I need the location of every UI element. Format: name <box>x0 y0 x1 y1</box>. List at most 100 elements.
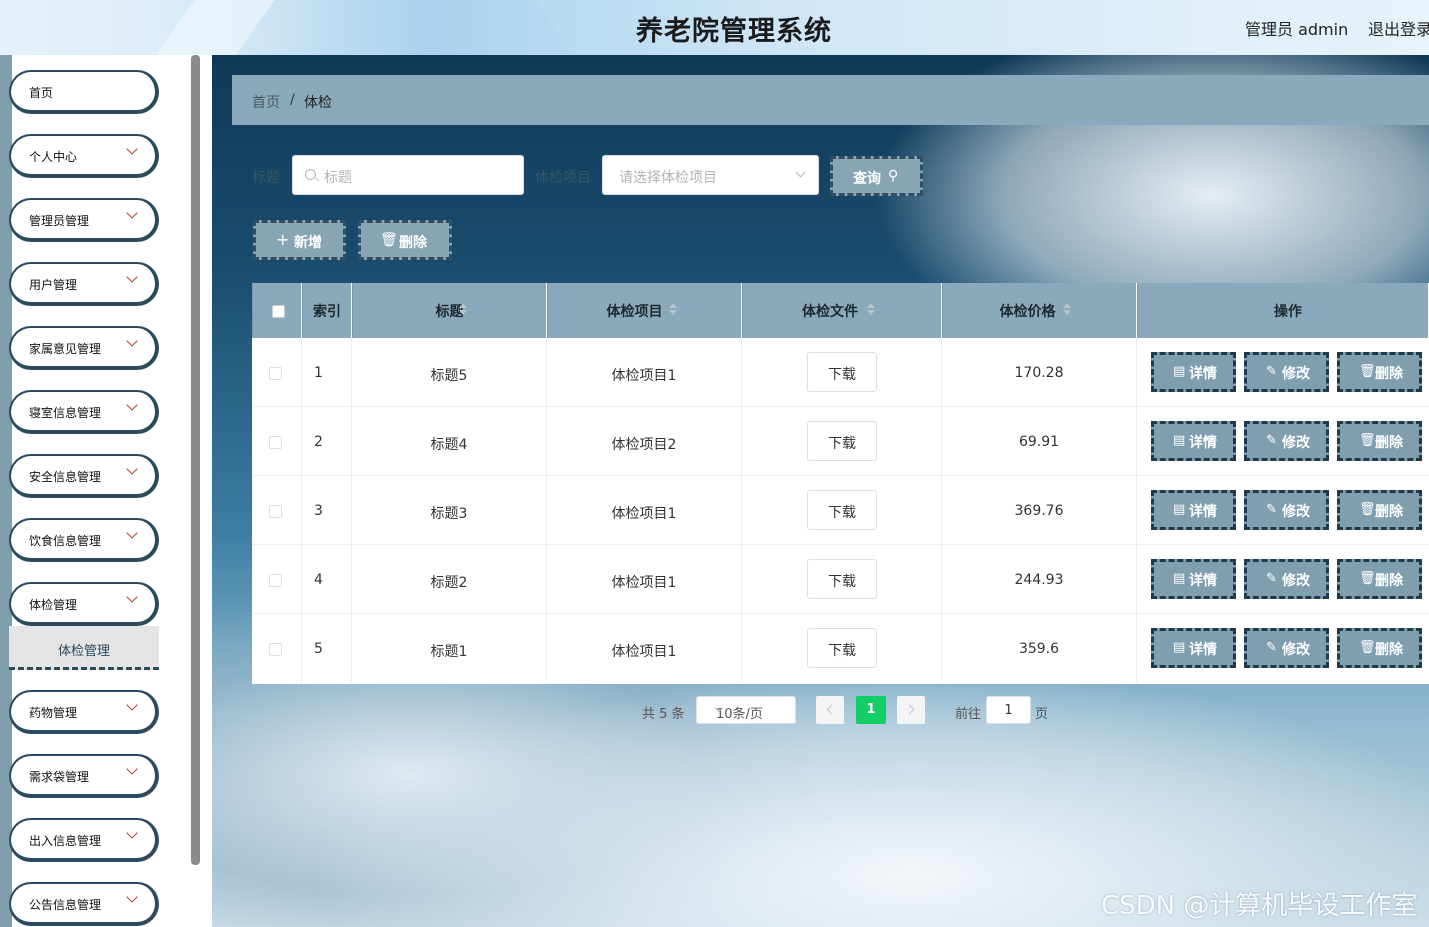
index-cell: 3 <box>302 476 352 545</box>
download-button[interactable]: 下载 <box>807 421 877 461</box>
detail-button[interactable]: ▤ 详情 <box>1151 490 1236 530</box>
current-page: 1 <box>866 702 876 717</box>
column-index: 索引 <box>302 283 352 338</box>
sidebar-item-users[interactable]: 用户管理 <box>9 262 159 306</box>
index-cell: 1 <box>302 338 352 407</box>
column-actions: 操作 <box>1137 283 1429 338</box>
row-checkbox[interactable] <box>269 367 282 380</box>
logout-link[interactable]: 退出登录 <box>1368 16 1429 40</box>
page-1-button[interactable]: 1 <box>856 696 886 724</box>
sort-icon[interactable] <box>669 303 677 316</box>
column-label: 索引 <box>313 304 341 320</box>
edit-button[interactable]: ✎ 修改 <box>1244 352 1329 392</box>
breadcrumb-current: 体检 <box>304 95 332 111</box>
row-checkbox[interactable] <box>269 436 282 449</box>
page-size-select[interactable]: 10条/页 <box>696 696 796 724</box>
prev-page-button[interactable] <box>816 696 844 724</box>
column-checkup-item[interactable]: 体检项目 <box>547 283 742 338</box>
sidebar-item-label: 出入信息管理 <box>29 834 102 848</box>
delete-button[interactable]: 🗑 删除 <box>1337 490 1422 530</box>
current-user: 管理员 admin <box>1245 20 1349 39</box>
next-page-button[interactable] <box>897 696 925 724</box>
sidebar-item-access[interactable]: 出入信息管理 <box>9 818 159 862</box>
sidebar-scrollbar[interactable] <box>191 55 200 865</box>
download-button[interactable]: 下载 <box>807 559 877 599</box>
delete-label: 删除 <box>1375 504 1403 520</box>
delete-label: 删除 <box>1375 573 1403 589</box>
sidebar-item-family-feedback[interactable]: 家属意见管理 <box>9 326 159 370</box>
submenu-checkup[interactable]: 体检管理 <box>9 626 159 670</box>
table-row: 5 标题1 体检项目1 下载 359.6 ▤ 详情 ✎ 修改 🗑 删除 <box>252 614 1429 683</box>
chevron-down-icon <box>795 167 806 178</box>
pagination-total: 共 5 条 <box>642 707 685 722</box>
detail-button[interactable]: ▤ 详情 <box>1151 421 1236 461</box>
chevron-down-icon <box>126 271 138 283</box>
sidebar-item-profile[interactable]: 个人中心 <box>9 134 159 178</box>
detail-button[interactable]: ▤ 详情 <box>1151 559 1236 599</box>
breadcrumb-home[interactable]: 首页 <box>252 92 280 112</box>
row-checkbox[interactable] <box>269 574 282 587</box>
index-cell: 5 <box>302 614 352 683</box>
edit-button[interactable]: ✎ 修改 <box>1244 421 1329 461</box>
edit-button[interactable]: ✎ 修改 <box>1244 490 1329 530</box>
sidebar-item-medicine[interactable]: 药物管理 <box>9 690 159 734</box>
delete-button[interactable]: 🗑 删除 <box>1337 628 1422 668</box>
detail-button[interactable]: ▤ 详情 <box>1151 352 1236 392</box>
sidebar-item-label: 家属意见管理 <box>29 342 102 356</box>
table-row: 4 标题2 体检项目1 下载 244.93 ▤ 详情 ✎ 修改 🗑 删除 <box>252 545 1429 614</box>
download-button[interactable]: 下载 <box>807 628 877 668</box>
download-button[interactable]: 下载 <box>807 490 877 530</box>
edit-label: 修改 <box>1282 366 1310 382</box>
table-row: 1 标题5 体检项目1 下载 170.28 ▤ 详情 ✎ 修改 🗑 删除 <box>252 338 1429 407</box>
trash-icon: 🗑 <box>1359 571 1376 586</box>
goto-label: 前往 <box>955 707 982 722</box>
price-cell: 359.6 <box>942 614 1137 683</box>
row-checkbox[interactable] <box>269 643 282 656</box>
actions-cell: ▤ 详情 ✎ 修改 🗑 删除 <box>1137 476 1429 545</box>
edit-button[interactable]: ✎ 修改 <box>1244 628 1329 668</box>
edit-button[interactable]: ✎ 修改 <box>1244 559 1329 599</box>
column-checkup-price[interactable]: 体检价格 <box>942 283 1137 338</box>
delete-button[interactable]: 🗑 删除 <box>1337 352 1422 392</box>
delete-button[interactable]: 🗑 删除 <box>1337 421 1422 461</box>
sidebar-item-needs[interactable]: 需求袋管理 <box>9 754 159 798</box>
item-value: 体检项目1 <box>611 368 677 384</box>
sidebar-item-dormitory[interactable]: 寝室信息管理 <box>9 390 159 434</box>
page-size-value: 10条/页 <box>716 707 763 722</box>
sidebar-item-notice[interactable]: 公告信息管理 <box>9 882 159 926</box>
add-button[interactable]: + 新增 <box>253 220 346 260</box>
sort-icon[interactable] <box>867 303 875 316</box>
item-value: 体检项目1 <box>611 575 677 591</box>
sort-icon[interactable] <box>1063 303 1071 316</box>
column-title[interactable]: 标题 <box>352 283 547 338</box>
document-icon: ▤ <box>1173 502 1186 517</box>
detail-button[interactable]: ▤ 详情 <box>1151 628 1236 668</box>
sidebar-item-admin[interactable]: 管理员管理 <box>9 198 159 242</box>
goto-value: 1 <box>1004 703 1013 718</box>
submenu-label: 体检管理 <box>57 644 110 659</box>
sort-icon[interactable] <box>459 303 467 316</box>
watermark: CSDN @计算机毕设工作室 <box>1101 891 1418 921</box>
sidebar-item-checkup[interactable]: 体检管理 <box>9 582 159 626</box>
checkup-item-select[interactable]: 请选择体检项目 <box>602 155 819 195</box>
title-search-input[interactable]: 标题 <box>292 155 524 195</box>
row-checkbox[interactable] <box>269 505 282 518</box>
edit-icon: ✎ <box>1266 502 1277 517</box>
title-value: 标题1 <box>430 644 468 660</box>
sidebar-item-diet[interactable]: 饮食信息管理 <box>9 518 159 562</box>
sidebar-item-home[interactable]: 首页 <box>9 70 159 114</box>
price-value: 369.76 <box>1014 503 1064 519</box>
query-button[interactable]: 查询 ⚲ <box>830 156 923 196</box>
title-value: 标题2 <box>430 575 468 591</box>
delete-button[interactable]: 🗑 删除 <box>1337 559 1422 599</box>
sidebar-item-safety[interactable]: 安全信息管理 <box>9 454 159 498</box>
batch-delete-button[interactable]: 🗑 删除 <box>358 220 452 260</box>
select-all-checkbox[interactable] <box>272 305 285 318</box>
column-checkup-file[interactable]: 体检文件 <box>742 283 942 338</box>
sidebar-item-label: 饮食信息管理 <box>29 534 102 548</box>
download-button[interactable]: 下载 <box>807 352 877 392</box>
goto-page-input[interactable]: 1 <box>986 696 1031 724</box>
item-cell: 体检项目1 <box>547 545 742 614</box>
index-cell: 4 <box>302 545 352 614</box>
title-value: 标题5 <box>430 368 468 384</box>
